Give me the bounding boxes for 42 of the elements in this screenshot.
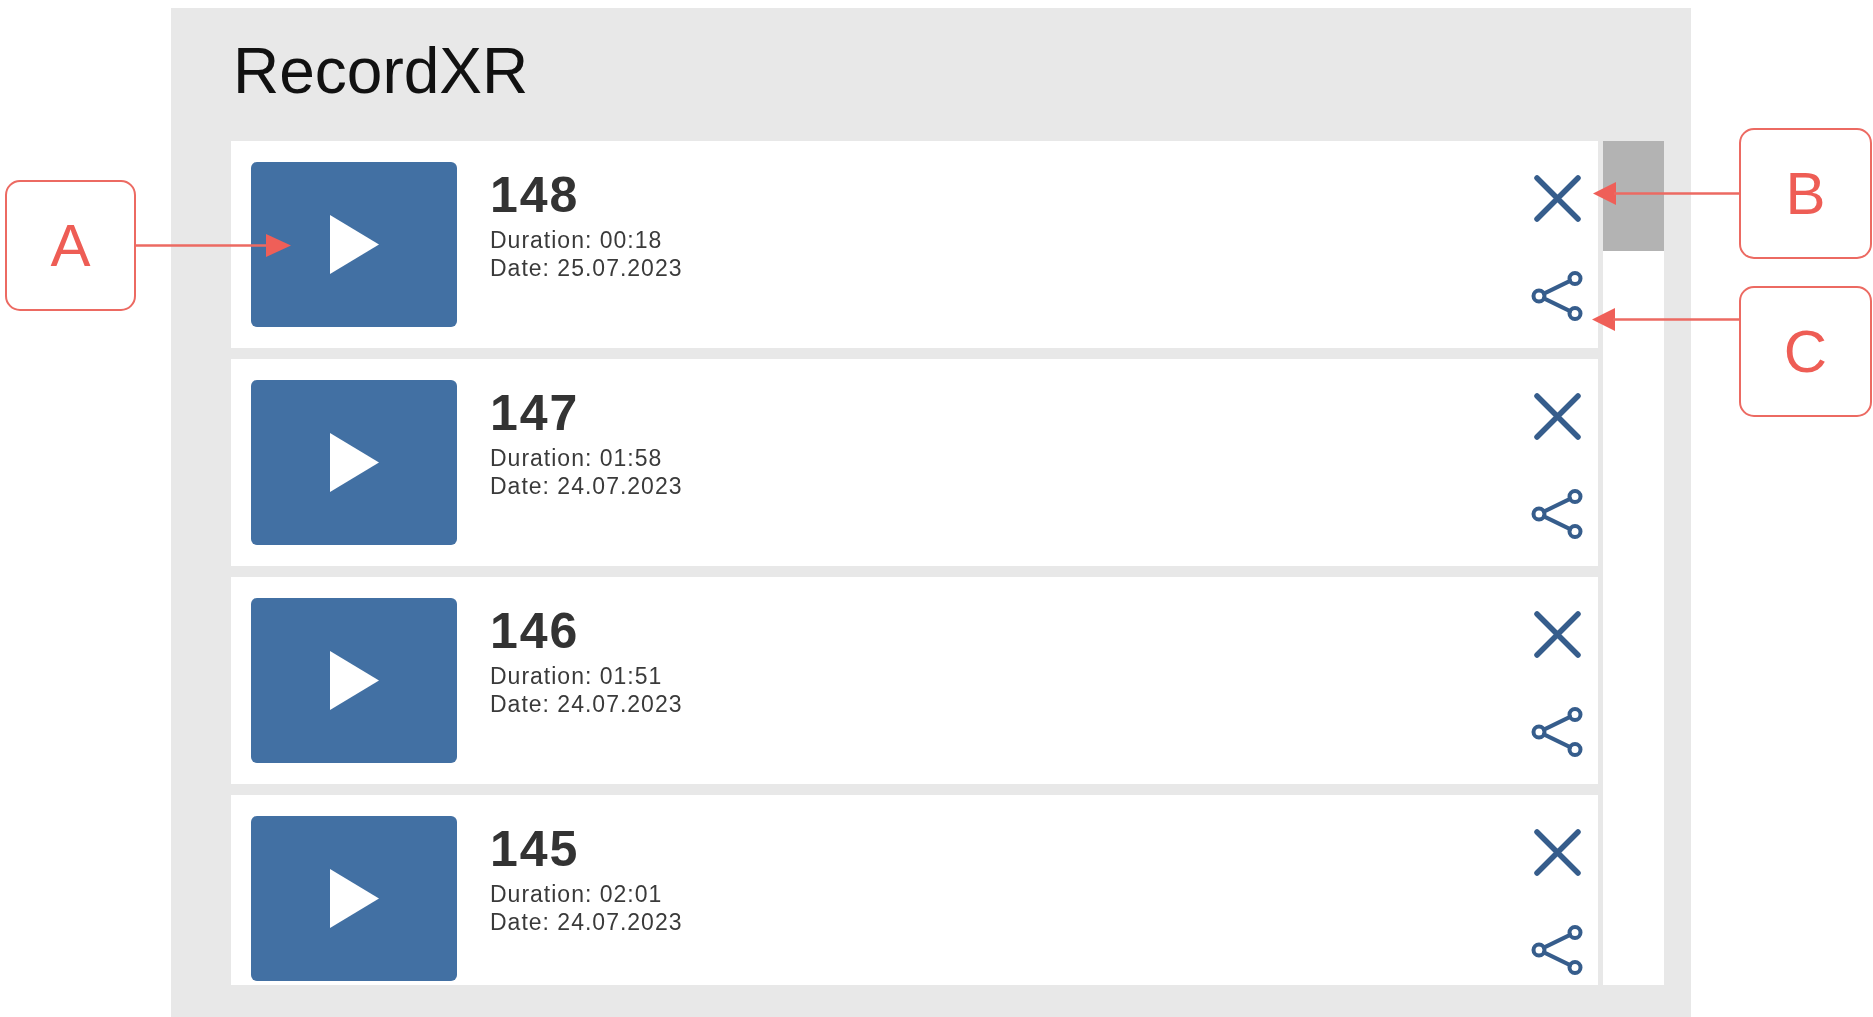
play-button[interactable] — [251, 162, 457, 327]
recording-duration: Duration: 01:58 — [490, 444, 664, 472]
delete-button[interactable] — [1533, 175, 1581, 222]
play-icon — [329, 651, 379, 710]
scrollbar-thumb[interactable] — [1603, 141, 1664, 251]
recording-date: Date: 24.07.2023 — [490, 472, 683, 500]
recording-number: 147 — [490, 388, 581, 438]
share-button[interactable] — [1531, 925, 1583, 975]
recording-duration: Duration: 00:18 — [490, 226, 664, 254]
delete-button[interactable] — [1533, 393, 1581, 440]
play-button[interactable] — [251, 380, 457, 545]
close-icon — [1533, 829, 1581, 876]
app-title: RecordXR — [233, 39, 529, 103]
play-icon — [329, 433, 379, 492]
recording-date: Date: 24.07.2023 — [490, 690, 683, 718]
share-button[interactable] — [1531, 707, 1583, 757]
recording-date: Date: 25.07.2023 — [490, 254, 683, 282]
share-button[interactable] — [1531, 271, 1583, 321]
recording-date: Date: 24.07.2023 — [490, 908, 683, 936]
recording-number: 148 — [490, 170, 581, 220]
delete-button[interactable] — [1533, 829, 1581, 876]
delete-button[interactable] — [1533, 611, 1581, 658]
callout-label: C — [1739, 286, 1872, 417]
close-icon — [1533, 393, 1581, 440]
play-button[interactable] — [251, 598, 457, 763]
close-icon — [1533, 611, 1581, 658]
recording-duration: Duration: 01:51 — [490, 662, 664, 690]
share-button[interactable] — [1531, 489, 1583, 539]
share-icon — [1531, 925, 1583, 975]
share-icon — [1531, 707, 1583, 757]
recording-duration: Duration: 02:01 — [490, 880, 664, 908]
share-icon — [1531, 271, 1583, 321]
share-icon — [1531, 489, 1583, 539]
recording-number: 146 — [490, 606, 581, 656]
recording-number: 145 — [490, 824, 581, 874]
scrollbar[interactable] — [1603, 141, 1664, 985]
play-icon — [329, 869, 379, 928]
callout-label: B — [1739, 128, 1872, 259]
play-button[interactable] — [251, 816, 457, 981]
callout-label: A — [5, 180, 136, 311]
play-icon — [329, 215, 379, 274]
close-icon — [1533, 175, 1581, 222]
